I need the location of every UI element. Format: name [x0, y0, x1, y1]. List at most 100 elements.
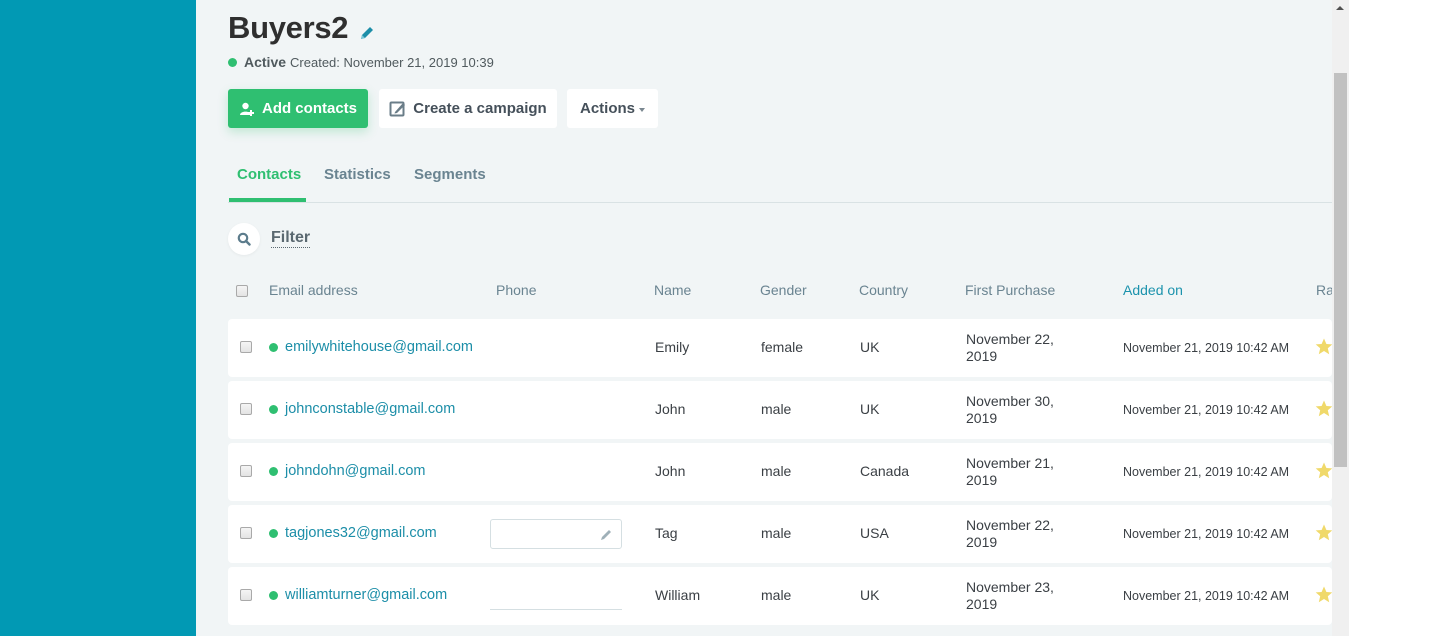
header-rating[interactable]: Ra	[1316, 282, 1332, 298]
edit-campaign-icon	[389, 101, 406, 117]
row-checkbox[interactable]	[240, 465, 252, 477]
contact-email-link[interactable]: williamturner@gmail.com	[269, 587, 447, 603]
first-purchase-cell: November 30, 2019	[966, 393, 1054, 427]
add-user-icon	[239, 102, 254, 116]
contact-email-link[interactable]: tagjones32@gmail.com	[269, 525, 437, 541]
add-contacts-button[interactable]: Add contacts	[228, 89, 368, 128]
sidebar	[0, 0, 196, 636]
filter-link[interactable]: Filter	[271, 229, 311, 248]
first-purchase-year: 2019	[966, 472, 998, 488]
email-text[interactable]: johndohn@gmail.com	[285, 463, 425, 479]
header-name[interactable]: Name	[654, 282, 691, 298]
vertical-scrollbar[interactable]	[1332, 0, 1349, 636]
star-icon[interactable]	[1315, 462, 1332, 482]
page-title: Buyers2	[228, 10, 349, 45]
phone-input[interactable]	[490, 519, 622, 549]
added-on-cell: November 21, 2019 10:42 AM	[1123, 465, 1290, 479]
email-text[interactable]: emilywhitehouse@gmail.com	[285, 339, 473, 355]
name-cell: John	[655, 463, 686, 479]
filter-search-button[interactable]	[228, 223, 260, 255]
table-row[interactable]: johndohn@gmail.com John male Canada Nove…	[228, 443, 1332, 501]
star-icon[interactable]	[1315, 524, 1332, 544]
tab-bar: Contacts Statistics Segments	[228, 152, 1332, 203]
name-cell: Tag	[655, 525, 678, 541]
name-cell: John	[655, 401, 686, 417]
tab-statistics[interactable]: Statistics	[324, 166, 391, 183]
gender-cell: male	[761, 463, 792, 479]
chevron-down-icon	[639, 108, 645, 112]
contact-email-link[interactable]: johndohn@gmail.com	[269, 463, 425, 479]
gender-cell: male	[761, 525, 792, 541]
first-purchase-date: November 21,	[966, 455, 1054, 471]
scroll-up-arrow-icon[interactable]	[1336, 6, 1344, 10]
header-country[interactable]: Country	[859, 282, 908, 298]
status-dot	[269, 404, 278, 414]
active-tab-indicator	[229, 198, 306, 202]
email-text[interactable]: williamturner@gmail.com	[285, 587, 447, 603]
tab-segments[interactable]: Segments	[414, 166, 486, 183]
header-first-purchase[interactable]: First Purchase	[965, 282, 1055, 298]
first-purchase-date: November 22,	[966, 331, 1054, 347]
name-cell: Emily	[655, 339, 690, 355]
list-status: Active Created: November 21, 2019 10:39	[228, 54, 494, 70]
first-purchase-date: November 22,	[966, 517, 1054, 533]
email-text[interactable]: tagjones32@gmail.com	[285, 525, 437, 541]
status-dot	[269, 590, 278, 600]
first-purchase-cell: November 22, 2019	[966, 331, 1054, 365]
header-added-on[interactable]: Added on	[1123, 282, 1183, 298]
status-dot	[228, 57, 237, 67]
pencil-icon[interactable]	[358, 24, 376, 42]
pencil-icon[interactable]	[600, 528, 613, 541]
first-purchase-year: 2019	[966, 596, 998, 612]
table-row[interactable]: tagjones32@gmail.com Tag male USA Novemb…	[228, 505, 1332, 563]
row-checkbox[interactable]	[240, 527, 252, 539]
first-purchase-date: November 30,	[966, 393, 1054, 409]
country-cell: Canada	[860, 463, 910, 479]
header-gender[interactable]: Gender	[760, 282, 807, 298]
actions-dropdown[interactable]: Actions	[567, 89, 658, 128]
first-purchase-date: November 23,	[966, 579, 1054, 595]
gender-cell: male	[761, 587, 792, 603]
name-cell: William	[655, 587, 701, 603]
gender-cell: female	[761, 339, 804, 355]
header-phone[interactable]: Phone	[496, 282, 536, 298]
add-contacts-label: Add contacts	[261, 100, 357, 117]
first-purchase-cell: November 23, 2019	[966, 579, 1054, 613]
first-purchase-cell: November 22, 2019	[966, 517, 1054, 551]
star-icon[interactable]	[1315, 400, 1332, 420]
select-all-checkbox[interactable]	[236, 285, 248, 297]
status-dot	[269, 342, 278, 352]
gender-cell: male	[761, 401, 792, 417]
added-on-cell: November 21, 2019 10:42 AM	[1123, 341, 1290, 355]
main-content: Buyers2 Active Created: November 21, 201…	[196, 0, 1332, 636]
status-dot	[269, 528, 278, 538]
added-on-cell: November 21, 2019 10:42 AM	[1123, 589, 1290, 603]
country-cell: USA	[860, 525, 889, 541]
row-checkbox[interactable]	[240, 341, 252, 353]
phone-input[interactable]	[490, 609, 622, 610]
status-badge: Active	[244, 54, 287, 70]
search-icon	[237, 232, 251, 246]
contact-email-link[interactable]: johnconstable@gmail.com	[269, 401, 455, 417]
country-cell: UK	[860, 401, 880, 417]
contact-email-link[interactable]: emilywhitehouse@gmail.com	[269, 339, 473, 355]
tab-contacts[interactable]: Contacts	[237, 166, 301, 183]
first-purchase-year: 2019	[966, 348, 998, 364]
header-email[interactable]: Email address	[269, 282, 358, 298]
star-icon[interactable]	[1315, 338, 1332, 358]
first-purchase-year: 2019	[966, 410, 998, 426]
table-row[interactable]: johnconstable@gmail.com John male UK Nov…	[228, 381, 1332, 439]
create-campaign-button[interactable]: Create a campaign	[379, 89, 557, 128]
scrollbar-thumb[interactable]	[1334, 73, 1347, 467]
table-row[interactable]: williamturner@gmail.com William male UK …	[228, 567, 1332, 625]
first-purchase-year: 2019	[966, 534, 998, 550]
row-checkbox[interactable]	[240, 589, 252, 601]
status-dot	[269, 466, 278, 476]
email-text[interactable]: johnconstable@gmail.com	[285, 401, 455, 417]
country-cell: UK	[860, 587, 880, 603]
added-on-cell: November 21, 2019 10:42 AM	[1123, 403, 1290, 417]
star-icon[interactable]	[1315, 586, 1332, 606]
row-checkbox[interactable]	[240, 403, 252, 415]
created-date: Created: November 21, 2019 10:39	[290, 54, 494, 70]
table-row[interactable]: emilywhitehouse@gmail.com Emily female U…	[228, 319, 1332, 377]
